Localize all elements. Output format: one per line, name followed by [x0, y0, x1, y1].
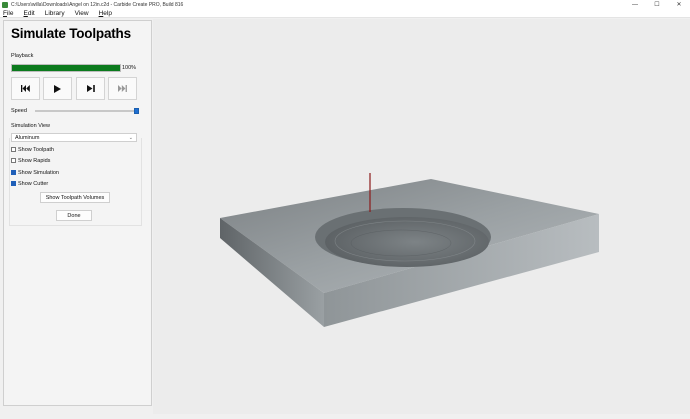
menu-view[interactable]: View [74, 10, 90, 17]
progress-fill [12, 65, 120, 71]
window-titlebar: C:\Users\willa\Downloads\Angel on 12in.c… [0, 0, 690, 9]
checkbox-label: Show Simulation [18, 169, 59, 176]
app-icon [2, 1, 8, 8]
material-select[interactable]: Aluminum ⌄ [11, 133, 137, 142]
menu-help[interactable]: Help [98, 10, 113, 17]
checkbox-label: Show Rapids [18, 157, 51, 164]
checkbox-box [11, 147, 16, 152]
checkbox-box [11, 181, 16, 186]
checkbox-label: Show Toolpath [18, 146, 54, 153]
menu-edit[interactable]: Edit [23, 10, 36, 17]
playback-progress-bar [11, 64, 121, 72]
show-cutter-checkbox[interactable]: Show Cutter [11, 180, 48, 187]
menu-library[interactable]: Library [44, 10, 66, 17]
menu-file[interactable]: File [2, 10, 15, 17]
panel-title: Simulate Toolpaths [11, 26, 131, 41]
rewind-button[interactable] [11, 77, 40, 100]
checkbox-box [11, 170, 16, 175]
speed-slider-thumb[interactable] [134, 108, 139, 114]
show-rapids-checkbox[interactable]: Show Rapids [11, 157, 50, 164]
show-toolpath-checkbox[interactable]: Show Toolpath [11, 146, 54, 153]
done-button[interactable]: Done [56, 210, 92, 221]
play-button[interactable] [43, 77, 72, 100]
minimize-button[interactable]: — [624, 0, 646, 9]
simulate-toolpaths-panel: Simulate Toolpaths Playback 100% Speed S… [3, 20, 152, 406]
playback-label: Playback [11, 53, 34, 59]
checkbox-label: Show Cutter [18, 180, 49, 187]
simulation-canvas [220, 173, 599, 327]
speed-label: Speed [11, 108, 27, 114]
fast-forward-button[interactable] [108, 77, 137, 100]
play-icon [54, 84, 61, 93]
checkbox-box [11, 158, 16, 163]
show-simulation-checkbox[interactable]: Show Simulation [11, 169, 59, 176]
maximize-button[interactable]: ☐ [646, 0, 668, 9]
progress-percent-text: 100% [122, 65, 137, 71]
chevron-down-icon: ⌄ [128, 135, 133, 141]
show-toolpath-volumes-button[interactable]: Show Toolpath Volumes [40, 192, 110, 203]
step-end-icon [86, 85, 95, 92]
rewind-icon [21, 85, 30, 92]
window-title: C:\Users\willa\Downloads\Angel on 12in.c… [11, 1, 184, 8]
pocket-floor [325, 217, 489, 267]
material-select-value: Aluminum [15, 135, 40, 141]
menu-bar: File Edit Library View Help [0, 9, 690, 18]
step-end-button[interactable] [76, 77, 105, 100]
window-controls: — ☐ ✕ [624, 0, 690, 9]
close-button[interactable]: ✕ [668, 0, 690, 9]
3d-simulation-viewport[interactable] [153, 19, 690, 414]
fast-forward-icon [118, 85, 127, 92]
simulation-view-label: Simulation View [11, 123, 51, 129]
speed-slider-track[interactable] [35, 110, 137, 112]
